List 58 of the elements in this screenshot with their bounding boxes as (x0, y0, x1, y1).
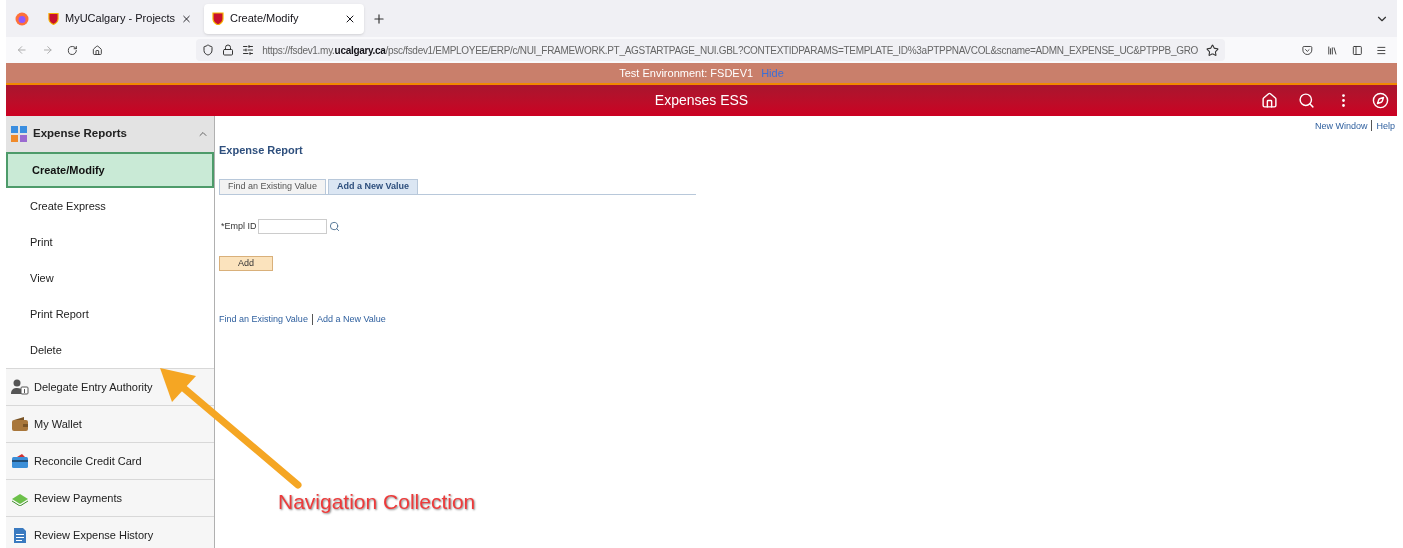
tab-title: MyUCalgary - Projects (65, 11, 175, 27)
pocket-icon[interactable] (1302, 43, 1313, 57)
document-icon (11, 527, 29, 543)
sidebar-item[interactable]: My Wallet (6, 405, 214, 442)
empl-id-label: *Empl ID (221, 219, 257, 233)
sidebar-subitem[interactable]: Create Express (6, 188, 214, 224)
home-icon[interactable] (1261, 92, 1278, 109)
search-icon[interactable] (1298, 92, 1315, 109)
sidebar-subitem[interactable]: View (6, 260, 214, 296)
url-text: https://fsdev1.my.ucalgary.ca/psc/fsdev1/EMPLOYEE/ERP/c/NUI_FRAMEWORK.PT_AGSTARTPAGE_NUI.GBL?CONTEXTIDPARAMS=TEMPLATE_ID%3aPTPPNAVCOL&scname=ADMN_EXPENSE_UC&PTPPB_GRO (262, 43, 1199, 58)
page-link[interactable]: Find an Existing Value (219, 313, 308, 327)
sidebar-item-label: My Wallet (34, 416, 82, 432)
bookmark-star-icon[interactable] (1206, 43, 1220, 57)
sidebar-subitem[interactable]: Delete (6, 332, 214, 368)
sidebar-subitem[interactable]: Print (6, 224, 214, 260)
browser-logo-icon[interactable] (15, 11, 29, 26)
sidebar-subitem[interactable]: Print Report (6, 296, 214, 332)
page-tab[interactable]: Find an Existing Value (219, 179, 326, 194)
group-title: Expense Reports (33, 126, 128, 142)
page-link[interactable]: Add a New Value (316, 313, 386, 327)
library-icon[interactable] (1327, 43, 1338, 57)
annotation-label: Navigation Collection (278, 489, 476, 515)
lock-icon[interactable] (222, 44, 235, 56)
credit-card-icon (11, 453, 29, 469)
compass-icon[interactable] (1372, 92, 1389, 109)
tab-title: Create/Modify (230, 11, 300, 27)
browser-tab[interactable]: MyUCalgary - Projects (40, 3, 200, 34)
sidebar-item[interactable]: Review Payments (6, 479, 214, 516)
expense-icon (11, 126, 27, 142)
group-header[interactable]: Expense Reports (6, 116, 214, 152)
sidebar-item-label: Reconcile Credit Card (34, 453, 142, 469)
person-info-icon (11, 379, 29, 395)
header-title: Expenses ESS (654, 91, 749, 110)
lookup-icon[interactable] (328, 221, 340, 232)
sidebar-item[interactable]: Review Expense History (6, 516, 214, 548)
empl-id-field[interactable] (257, 219, 327, 234)
sidebar-item-label: Delegate Entry Authority (34, 379, 153, 395)
browser-tab[interactable]: Create/Modify (204, 3, 364, 34)
sidebar-item-label: Review Expense History (34, 527, 154, 543)
permissions-icon[interactable] (242, 44, 255, 56)
page-title: Expense Report (219, 142, 304, 158)
home-icon[interactable] (91, 43, 103, 57)
crest-icon (212, 12, 224, 25)
address-bar[interactable]: https://fsdev1.my.ucalgary.ca/psc/fsdev1/EMPLOYEE/ERP/c/NUI_FRAMEWORK.PT_AGSTARTPAGE_NUI.GBL?CONTEXTIDPARAMS=TEMPLATE_ID%3aPTPPNAVCOL&scname=ADMN_EXPENSE_UC&PTPPB_GRO (196, 39, 1226, 61)
crest-icon (48, 12, 59, 25)
add-button[interactable]: Add (219, 256, 273, 271)
top-link[interactable]: Help (1376, 120, 1395, 134)
new-tab-icon[interactable] (372, 11, 386, 26)
shield-icon[interactable] (202, 44, 215, 56)
reload-icon[interactable] (67, 43, 78, 57)
sidebar-icon[interactable] (1351, 43, 1363, 57)
wallet-icon (11, 416, 29, 432)
sidebar-subitem[interactable]: Create/Modify (6, 152, 214, 188)
page-tab[interactable]: Add a New Value (327, 179, 418, 194)
sidebar-item-label: Review Payments (34, 490, 123, 506)
environment-text: Test Environment: FSDEV1 (619, 65, 754, 81)
sidebar-item[interactable]: Reconcile Credit Card (6, 442, 214, 479)
top-link[interactable]: New Window (1314, 120, 1368, 134)
